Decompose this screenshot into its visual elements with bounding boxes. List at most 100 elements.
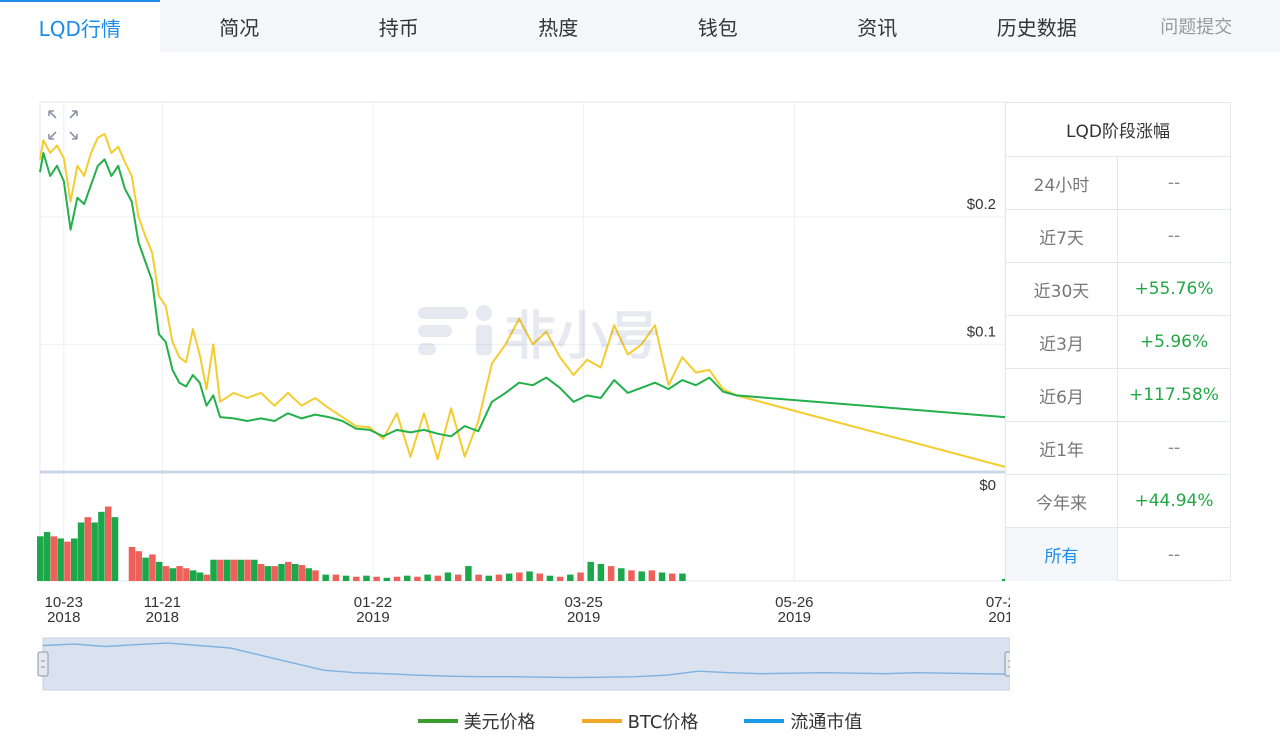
volume-bar [257,563,265,581]
navigator-right-handle[interactable] [1004,651,1010,677]
volume-bar [556,576,564,581]
legend-label: BTC价格 [627,712,699,733]
legend-swatch [417,719,458,723]
stage-value: +5.96% [1139,332,1209,352]
volume-bar [176,566,183,581]
volume-bar [577,572,584,581]
volume-bar [111,517,119,581]
volume-bar [271,566,278,581]
stage-value: -- [1167,544,1181,565]
tab-bar: LQD行情 简况 持币 热度 钱包 资讯 历史数据 问题提交 [0,0,1280,52]
tab-popularity[interactable]: 热度 [479,0,639,52]
stage-label: 近6月 [1006,369,1118,421]
volume-bar [278,563,285,581]
stage-row-30d[interactable]: 近30天 +55.76% [1006,263,1230,316]
x-tick-year-label: 2019 [567,609,600,626]
legend-btc-price[interactable]: BTC价格 [581,708,699,734]
volume-bar [618,568,625,581]
stage-change-table: LQD阶段涨幅 24小时 -- 近7天 -- 近30天 +55.76% 近3月 … [1005,102,1231,581]
volume-bar [587,561,594,581]
volume-bar [648,570,656,581]
volume-bar [298,565,306,581]
chart-legend: 美元价格 BTC价格 流通市值 [0,706,1280,736]
volume-bar [155,561,163,581]
stage-row-1y[interactable]: 近1年 -- [1006,422,1230,475]
volume-bar [567,574,574,581]
volume-bar [162,566,170,581]
volume-bar [485,575,493,581]
volume-bar [210,559,217,581]
volume-bar [353,576,360,581]
volume-bar [597,563,605,581]
expand-icon[interactable] [46,108,80,142]
stage-label: 今年来 [1006,475,1118,527]
volume-bar [444,572,452,581]
volume-bar [332,574,340,581]
tab-news[interactable]: 资讯 [798,0,958,52]
tab-feedback[interactable]: 问题提交 [1117,0,1277,52]
stage-label: 近3月 [1006,316,1118,368]
volume-bar [658,572,666,581]
stage-row-7d[interactable]: 近7天 -- [1006,210,1230,263]
navigator-window [42,637,1010,691]
volume-bar [475,574,482,581]
volume-bar [64,541,71,581]
legend-swatch [744,719,785,723]
stage-row-3m[interactable]: 近3月 +5.96% [1006,316,1230,369]
volume-bar [373,576,380,581]
stage-value: -- [1167,173,1181,193]
tab-history[interactable]: 历史数据 [957,0,1117,52]
volume-bar [305,568,312,581]
legend-label: 流通市值 [790,712,863,733]
volume-bar [322,574,329,581]
volume-bar [264,566,272,581]
x-tick-year-label: 2018 [146,609,179,626]
tab-wallet[interactable]: 钱包 [638,0,798,52]
x-tick-year-label: 2018 [47,609,80,626]
volume-bar [434,575,442,581]
legend-swatch [581,719,622,723]
volume-bar [465,566,472,581]
volume-bar [50,536,58,581]
volume-bar [77,522,85,581]
volume-bar [142,557,149,581]
price-chart: $0$0.1$0.210-23201811-21201801-22201903-… [37,101,1010,691]
volume-bar [43,532,51,581]
stage-row-6m[interactable]: 近6月 +117.58% [1006,369,1230,422]
volume-bar [135,551,143,581]
tab-lqd-market[interactable]: LQD行情 [0,0,160,52]
legend-usd-price[interactable]: 美元价格 [417,708,536,734]
volume-bar [189,570,197,581]
navigator-left-handle[interactable] [37,651,49,677]
volume-bar [424,574,431,581]
volume-bar [291,563,299,581]
volume-bar [128,546,136,581]
volume-bar [516,572,523,581]
stage-row-24h[interactable]: 24小时 -- [1006,157,1230,210]
volume-bar [230,559,238,581]
volume-bar [628,570,635,581]
volume-bar [342,575,350,581]
tab-holdings[interactable]: 持币 [319,0,479,52]
volume-bar [383,577,391,581]
watermark-text: 非小号 [504,306,661,367]
stage-label: 近30天 [1006,263,1118,315]
legend-market-cap[interactable]: 流通市值 [744,708,862,734]
volume-bar [607,566,615,581]
volume-bar [104,506,112,581]
volume-bar [37,536,44,581]
tab-overview[interactable]: 简况 [160,0,320,52]
volume-bar [237,559,244,581]
stage-value: -- [1167,226,1181,246]
stage-value: +55.76% [1134,279,1214,299]
stage-row-ytd[interactable]: 今年来 +44.94% [1006,475,1230,528]
y-tick-label: $0.1 [967,323,996,340]
volume-bar [98,511,105,581]
volume-bar [454,574,462,581]
volume-bar [363,575,370,581]
volume-bar [495,574,503,581]
volume-bar [84,517,92,581]
volume-bar [285,561,292,581]
stage-row-all[interactable]: 所有 -- [1006,528,1230,581]
volume-bar [393,576,401,581]
